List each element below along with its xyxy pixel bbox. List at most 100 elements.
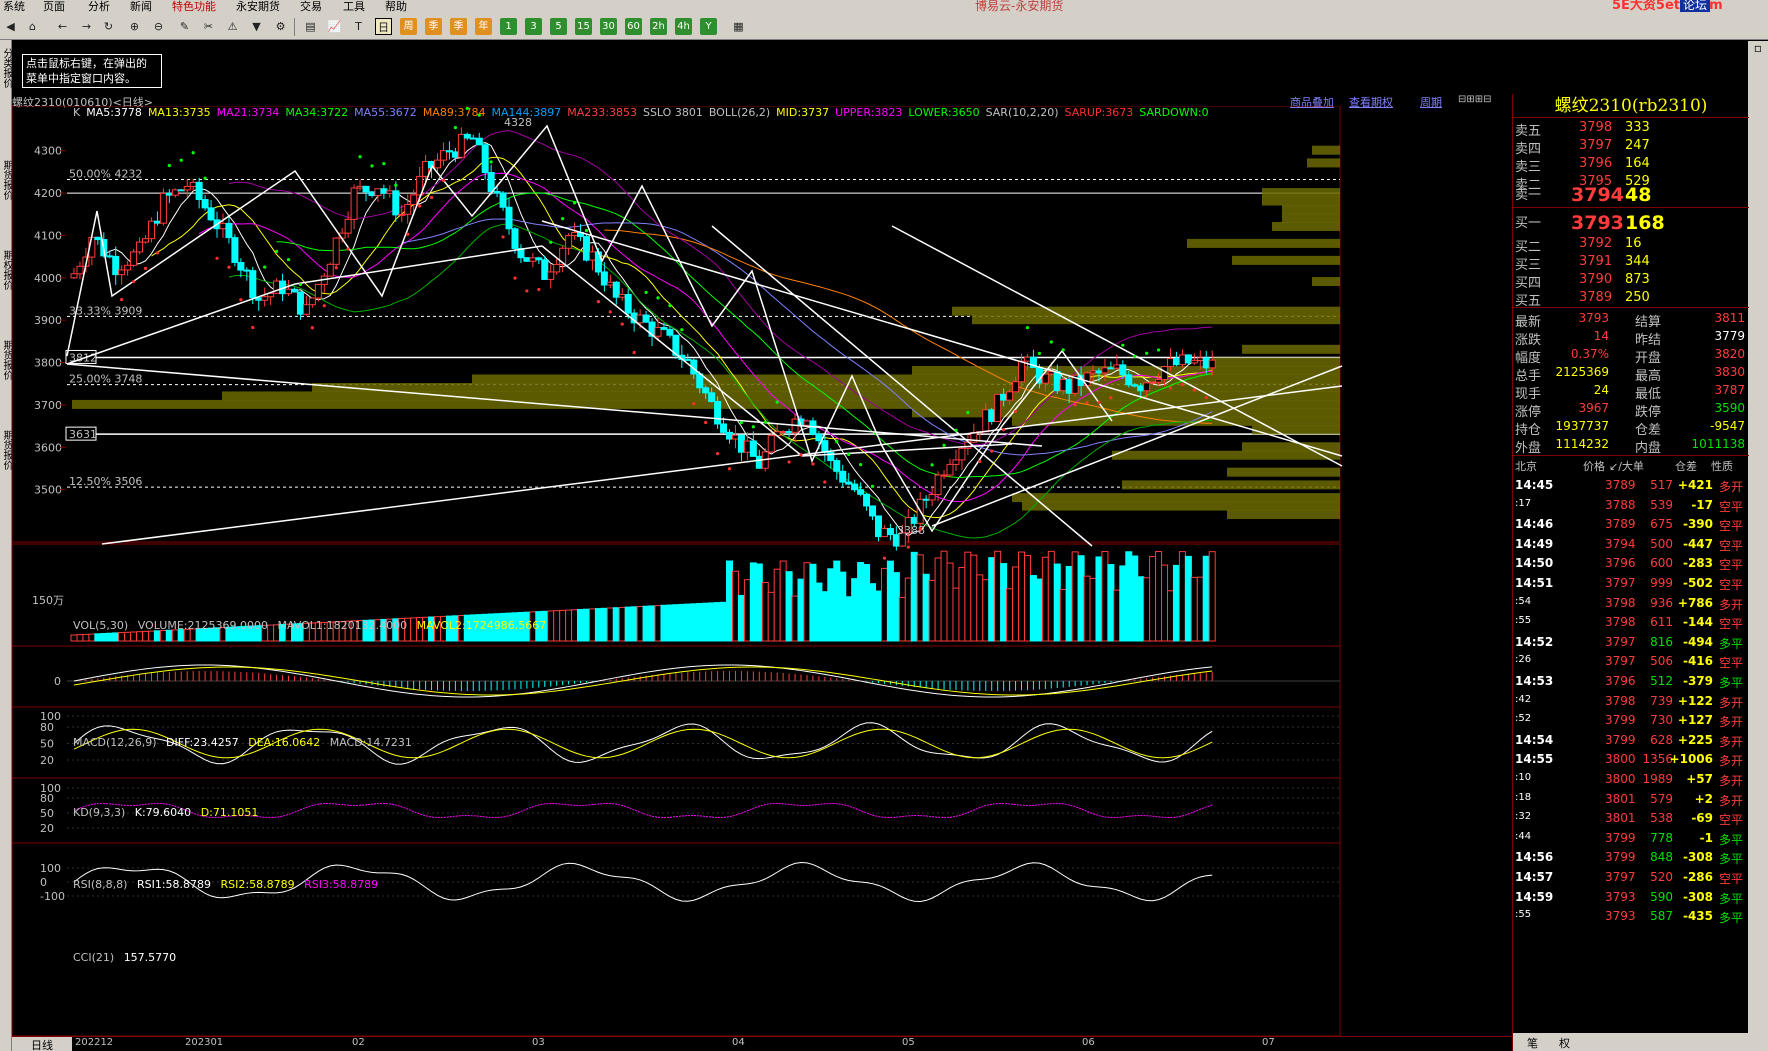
sar-dot: [680, 328, 684, 332]
volume-bar: [982, 579, 990, 642]
period-label: 日线: [12, 1037, 72, 1051]
prev-icon[interactable]: ←: [54, 18, 71, 35]
candle-body: [481, 144, 489, 174]
left-tab-4[interactable]: 期货报价: [0, 430, 12, 470]
volume-bar: [1095, 556, 1103, 642]
refresh-icon[interactable]: ↻: [100, 18, 117, 35]
zoom-in-icon[interactable]: ⊕: [126, 18, 143, 35]
menu-features[interactable]: 特色功能: [172, 0, 216, 14]
left-tab-1[interactable]: 期货报价: [0, 160, 12, 200]
candle-body: [237, 261, 245, 271]
back-icon[interactable]: ◀: [2, 18, 19, 35]
volume-bar: [785, 571, 793, 642]
period-5m-button[interactable]: 5: [550, 18, 567, 35]
sar-dot: [870, 484, 875, 488]
volume-bar: [1065, 565, 1073, 642]
menu-yongan[interactable]: 永安期货: [236, 0, 280, 14]
left-tab-3[interactable]: 期货报价: [0, 340, 12, 380]
cci-label: CCI(21): [73, 951, 115, 964]
tick-volume: 675: [1650, 517, 1673, 532]
menu-page[interactable]: 页面: [43, 0, 65, 14]
volume-bar: [553, 610, 561, 642]
period-3m-button[interactable]: 3: [525, 18, 542, 35]
menu-tools[interactable]: 工具: [343, 0, 365, 14]
delete-icon[interactable]: ✂: [200, 18, 217, 35]
sar-dot: [310, 326, 314, 330]
period-day-button[interactable]: 日: [375, 18, 392, 35]
period-week-button[interactable]: 周: [400, 18, 417, 35]
candle-body: [314, 283, 322, 299]
left-tab-0[interactable]: 分类报价: [0, 48, 12, 88]
forum-link[interactable]: 论坛: [1680, 0, 1711, 12]
trend-line: [101, 385, 1343, 545]
chart-canvas[interactable]: 4300 4200 4100 4000 3900 3800 3700 3600 3500 50.0…: [12, 106, 1512, 1036]
menu-trade[interactable]: 交易: [300, 0, 322, 14]
chart-icon[interactable]: 📈: [326, 18, 343, 35]
bid-price: 3790: [1579, 272, 1613, 287]
draw-icon[interactable]: ✎: [176, 18, 193, 35]
sar-dot: [847, 452, 851, 457]
sar-dot: [1061, 348, 1065, 352]
volume-bar: [76, 634, 84, 642]
tab-ticks[interactable]: 笔: [1527, 1035, 1538, 1051]
menu-news[interactable]: 新闻: [130, 0, 152, 14]
candle-body: [1208, 359, 1216, 369]
tick-price: 3789: [1605, 517, 1636, 532]
candle-body: [886, 528, 894, 536]
home-icon[interactable]: ⌂: [24, 18, 41, 35]
left-tab-2[interactable]: 期权报价: [0, 250, 12, 290]
period-4h-button[interactable]: 4h: [675, 18, 692, 35]
panel-nav-icons[interactable]: ⊟⊞⊞⊟: [1458, 94, 1492, 105]
candle-body: [439, 150, 447, 161]
kd-d: D:71.1051: [200, 806, 259, 819]
tick-nature: 多平: [1719, 891, 1744, 906]
tick-oi: -144: [1682, 615, 1713, 630]
tab-rights[interactable]: 权: [1559, 1035, 1570, 1051]
tick-time: :26: [1515, 654, 1532, 666]
window-restore-icon[interactable]: ▫: [1748, 41, 1768, 59]
tick-time: :54: [1515, 595, 1532, 607]
candle-body: [398, 213, 406, 216]
tick-icon[interactable]: T: [350, 18, 367, 35]
right-scrollbar[interactable]: [1748, 59, 1768, 1051]
bid-price: 3789: [1579, 290, 1613, 305]
tick-price: 3788: [1605, 497, 1636, 512]
volume-profile-bar: [1122, 480, 1340, 490]
menu-system[interactable]: 系统: [3, 0, 25, 14]
period-quarter-button[interactable]: 季: [425, 18, 442, 35]
macd-labels: MACD(12,26,9) DIFF:23.4257 DEA:16.0642 M…: [73, 736, 418, 749]
calculator-icon[interactable]: ▦: [730, 18, 747, 35]
ask-price: 3797: [1579, 138, 1613, 153]
period-year-button[interactable]: 年: [475, 18, 492, 35]
sar-dot: [120, 298, 124, 302]
period-2h-button[interactable]: 2h: [650, 18, 667, 35]
table-icon[interactable]: ▤: [302, 18, 319, 35]
sar-dot: [1121, 343, 1125, 347]
menu-analysis[interactable]: 分析: [88, 0, 110, 14]
volume-bar: [827, 568, 835, 642]
period-custom-button[interactable]: Y: [700, 18, 717, 35]
alert-icon[interactable]: ⚠: [224, 18, 241, 35]
sar-dot: [930, 463, 934, 467]
stat-value: 1937737: [1555, 419, 1609, 433]
next-icon[interactable]: →: [78, 18, 95, 35]
menu-help[interactable]: 帮助: [385, 0, 407, 14]
filter-icon[interactable]: ▼: [248, 18, 265, 35]
price-axis-label: 4200: [34, 187, 62, 200]
tool-icon[interactable]: ⚙: [272, 18, 289, 35]
sar-dot: [1085, 400, 1089, 405]
zigzag-line: [66, 124, 1113, 533]
volume-profile-bar: [312, 382, 1340, 392]
tick-time: :17: [1515, 497, 1532, 509]
period-15m-button[interactable]: 15: [575, 18, 592, 35]
candle-body: [332, 237, 340, 265]
period-1m-button[interactable]: 1: [500, 18, 517, 35]
period-60m-button[interactable]: 60: [625, 18, 642, 35]
period-season-button[interactable]: 季: [450, 18, 467, 35]
candle-body: [136, 241, 144, 253]
tick-volume: 1989: [1642, 772, 1673, 786]
period-30m-button[interactable]: 30: [600, 18, 617, 35]
volume-bar: [714, 602, 722, 642]
zoom-out-icon[interactable]: ⊖: [150, 18, 167, 35]
tick-price: 3793: [1605, 889, 1636, 904]
